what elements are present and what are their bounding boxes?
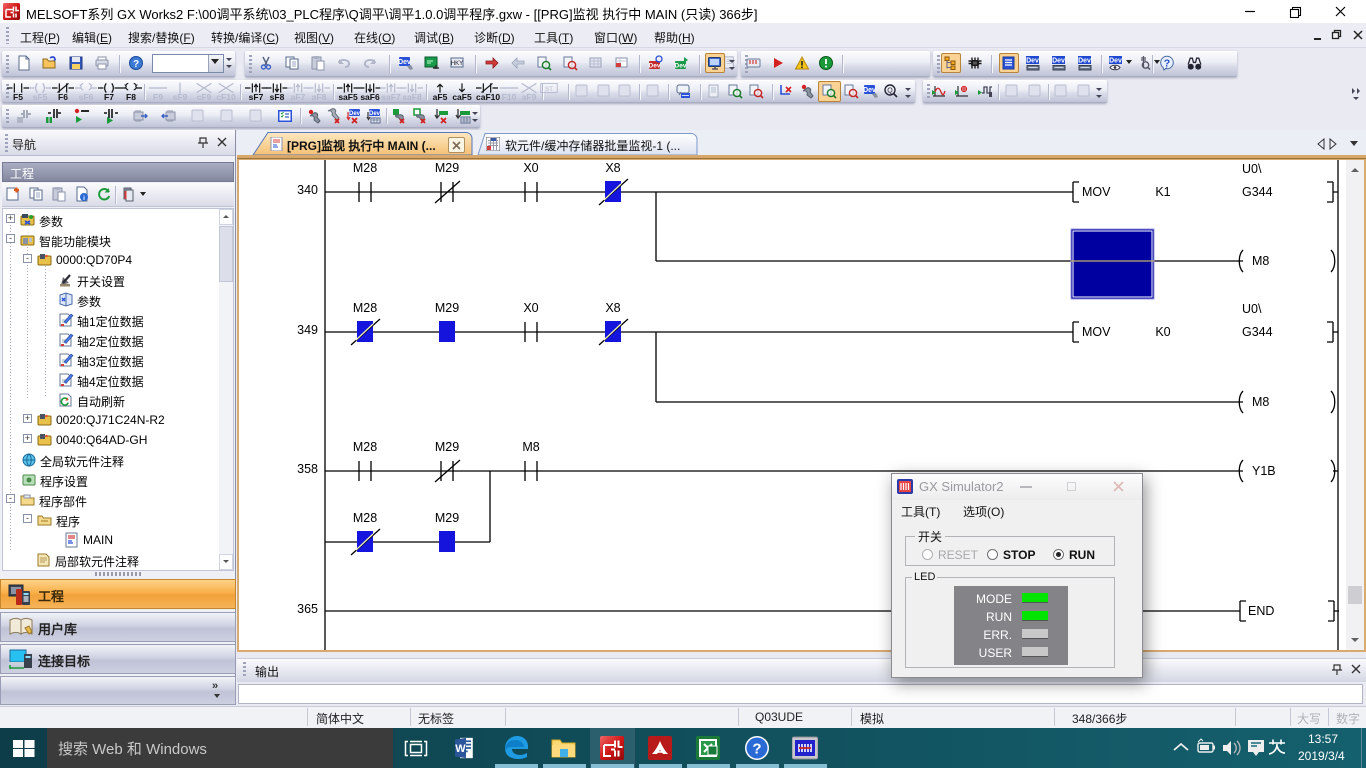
- svg-text:?: ?: [752, 741, 761, 758]
- svg-text:358: 358: [297, 462, 318, 476]
- svg-text:M8: M8: [1252, 254, 1269, 268]
- svg-text:X0: X0: [523, 301, 538, 315]
- svg-text:X8: X8: [605, 161, 620, 175]
- svg-text:Y1B: Y1B: [1252, 464, 1276, 478]
- svg-text:M29: M29: [435, 301, 459, 315]
- svg-text:HKY: HKY: [451, 61, 463, 67]
- svg-text:Dev: Dev: [1052, 58, 1065, 65]
- svg-text:MOV: MOV: [1082, 325, 1111, 339]
- svg-text:G344: G344: [1242, 325, 1273, 339]
- svg-text:349: 349: [297, 323, 318, 337]
- svg-text:X0: X0: [523, 161, 538, 175]
- svg-text:Dev: Dev: [1078, 58, 1091, 65]
- svg-text:Dev: Dev: [1109, 58, 1122, 65]
- svg-text:365: 365: [297, 602, 318, 616]
- svg-text:MOV: MOV: [1082, 185, 1111, 199]
- svg-text:?: ?: [133, 59, 139, 70]
- svg-text:M29: M29: [435, 161, 459, 175]
- svg-text:Dev: Dev: [649, 63, 661, 70]
- svg-text:M28: M28: [353, 301, 377, 315]
- svg-text:Dev: Dev: [863, 87, 876, 94]
- svg-text:G344: G344: [1242, 185, 1273, 199]
- svg-text:Dev: Dev: [369, 111, 381, 117]
- svg-text:K1: K1: [1155, 185, 1170, 199]
- svg-text:Dev: Dev: [1026, 58, 1039, 65]
- svg-text:W: W: [455, 743, 466, 755]
- svg-text:K0: K0: [1155, 325, 1170, 339]
- svg-text:ST: ST: [545, 86, 553, 93]
- svg-text:M28: M28: [353, 440, 377, 454]
- svg-text:U0\: U0\: [1242, 162, 1262, 176]
- svg-text:Dev: Dev: [349, 111, 361, 117]
- svg-text:340: 340: [297, 183, 318, 197]
- svg-text:M29: M29: [435, 440, 459, 454]
- svg-text:i: i: [83, 195, 85, 202]
- svg-text:X8: X8: [605, 301, 620, 315]
- svg-text:M8: M8: [1252, 395, 1269, 409]
- svg-text:Dev: Dev: [398, 59, 411, 66]
- svg-text:END: END: [1248, 604, 1274, 618]
- svg-text:?: ?: [1164, 58, 1170, 70]
- svg-text:M28: M28: [353, 511, 377, 525]
- svg-text:M29: M29: [435, 511, 459, 525]
- svg-text:Q: Q: [887, 88, 893, 95]
- svg-text:M8: M8: [522, 440, 539, 454]
- svg-text:U0\: U0\: [1242, 302, 1262, 316]
- svg-text:M28: M28: [353, 161, 377, 175]
- svg-text:Dev: Dev: [675, 63, 687, 70]
